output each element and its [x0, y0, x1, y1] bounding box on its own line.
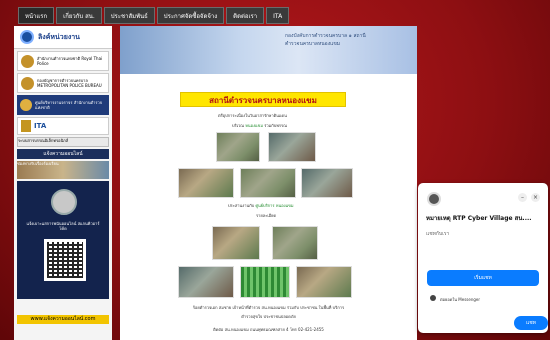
post-photo-6[interactable]	[212, 226, 260, 260]
post-photo-8[interactable]	[178, 266, 234, 298]
post-caption-3: ติดต่อ สน.หนองแขม ถนนพุทธมณฑลสาย 4 โทร 0…	[213, 327, 324, 332]
banner-rtp-label: สำนักงานตำรวจแห่งชาติ Royal Thai Police	[37, 56, 103, 66]
sidebar-title: ลิงค์หน่วยงาน	[38, 32, 80, 41]
activate-windows-notice: Activate Windows Go to Settings to activ…	[434, 302, 524, 316]
banner-traffic-center[interactable]: ศูนย์บริหารงานจราจร สำนักงานตำรวจแห่งชาต…	[17, 95, 109, 115]
police-logo-icon	[21, 54, 34, 68]
sidebar: ลิงค์หน่วยงาน สำนักงานตำรวจแห่งชาติ Roya…	[14, 26, 112, 340]
qr-panel-text: แจ้งเบาะแสการพนันออนไลน์ สแกนคิวอาร์โค้ด	[26, 221, 100, 231]
banner-metro-police[interactable]: กองบัญชาการตำรวจนครบาล METROPOLITAN POLI…	[17, 73, 109, 93]
tab-ita[interactable]: ITA	[266, 7, 290, 24]
page-name: หมายเหตุ RTP Cyber Village สน....	[426, 215, 532, 222]
post-photo-3[interactable]	[178, 168, 234, 198]
post-photo-4[interactable]	[240, 168, 296, 198]
tab-contact[interactable]: ติดต่อเรา	[226, 7, 265, 24]
minimize-button[interactable]: –	[518, 193, 527, 202]
header-banner: กองบังคับการตำรวจนครบาล ๑ สถานีตำรวจนครบ…	[120, 26, 417, 74]
chat-button[interactable]: แชท	[514, 316, 548, 330]
main-content: กองบังคับการตำรวจนครบาล ๑ สถานีตำรวจนครบ…	[120, 26, 417, 340]
banner-complaint[interactable]: ช่องทางรับเรื่องร้องเรียน	[17, 161, 109, 179]
banner-e-document[interactable]: ระบบสารบรรณอิเล็กทรอนิกส์	[17, 137, 109, 147]
banner-traffic-label: ศูนย์บริหารงานจราจร สำนักงานตำรวจแห่งชาต…	[35, 100, 103, 110]
tab-news[interactable]: ประชาสัมพันธ์	[103, 7, 155, 24]
banner-ita-label: ITA	[34, 121, 47, 130]
post-photo-5[interactable]	[301, 168, 353, 198]
banner-ita[interactable]: ITA	[17, 117, 109, 135]
ita-emblem-icon	[21, 120, 31, 132]
post-caption-2: ตำรวจสุขใจ ประชาชนปลอดภัย	[241, 314, 296, 319]
link-globe-icon	[20, 30, 34, 44]
post-line-3a: ประสานงานกับ	[228, 203, 255, 208]
activate-line-2: Go to Settings to activate Windows.	[434, 309, 524, 315]
post-line-3b: ศูนย์บริการ	[255, 203, 275, 208]
metro-police-logo-icon	[21, 76, 34, 90]
post-photo-2[interactable]	[268, 132, 316, 162]
police-seal-icon	[51, 189, 77, 215]
page-subtitle: แชทกับเรา	[426, 231, 450, 237]
sidebar-header: ลิงค์หน่วยงาน	[14, 26, 112, 49]
post-line-4: รายละเอียด	[256, 213, 277, 218]
traffic-logo-icon	[20, 99, 32, 111]
post-photo-7[interactable]	[272, 226, 318, 260]
tab-procurement[interactable]: ประกาศจัดซื้อจัดจ้าง	[156, 7, 225, 24]
post-caption-1: ร้อยตำรวจเอก สมชาย เจ้าหน้าที่ตำรวจ สน.ห…	[192, 305, 345, 310]
banner-rtp[interactable]: สำนักงานตำรวจแห่งชาติ Royal Thai Police	[17, 51, 109, 71]
post-line-1: ตรีอุปการะเนื่องในวันอาสารักษาดินแดน	[218, 113, 287, 118]
banner-online-label: แจ้งความออนไลน์	[43, 151, 83, 157]
close-button[interactable]: ×	[531, 193, 540, 202]
start-chat-button[interactable]: เริ่มแชท	[427, 270, 539, 286]
qr-code[interactable]	[44, 239, 86, 281]
activate-line-1: Activate Windows	[434, 302, 479, 308]
post-line-3: ประสานงานกับ ศูนย์บริการ หนองแขม	[228, 202, 294, 209]
post-title: สถานีตำรวจนครบาลหนองแขม	[180, 92, 346, 107]
online-report-link[interactable]: www.แจ้งความออนไลน์.com	[17, 315, 109, 324]
banner-complaint-label: ช่องทางรับเรื่องร้องเรียน	[17, 161, 59, 166]
banner-metro-label: กองบัญชาการตำรวจนครบาล METROPOLITAN POLI…	[37, 78, 102, 88]
post-photo-10[interactable]	[296, 266, 352, 298]
banner-edoc-label: ระบบสารบรรณอิเล็กทรอนิกส์	[18, 138, 69, 143]
post-photo-1[interactable]	[216, 132, 260, 162]
qr-panel: แจ้งเบาะแสการพนันออนไลน์ สแกนคิวอาร์โค้ด	[17, 181, 109, 299]
post-line-2c: ร่วมกับพรรณ	[264, 123, 287, 128]
post-photo-9[interactable]	[240, 266, 290, 298]
banner-online-report[interactable]: แจ้งความออนไลน์	[17, 149, 109, 159]
post-line-2b: หนองแขม	[245, 123, 263, 128]
post-line-2: บริเวณ หนองแขม ร่วมกับพรรณ	[232, 122, 287, 129]
messenger-icon	[430, 295, 436, 301]
tab-about[interactable]: เกี่ยวกับ สน.	[56, 7, 102, 24]
tab-home[interactable]: หน้าแรก	[18, 7, 55, 24]
page-avatar	[427, 192, 441, 206]
top-navigation: หน้าแรก เกี่ยวกับ สน. ประชาสัมพันธ์ ประก…	[18, 7, 290, 24]
post-line-2a: บริเวณ	[232, 123, 245, 128]
post-line-3c: หนองแขม	[275, 203, 294, 208]
header-banner-text: กองบังคับการตำรวจนครบาล ๑ สถานีตำรวจนครบ…	[285, 33, 366, 47]
